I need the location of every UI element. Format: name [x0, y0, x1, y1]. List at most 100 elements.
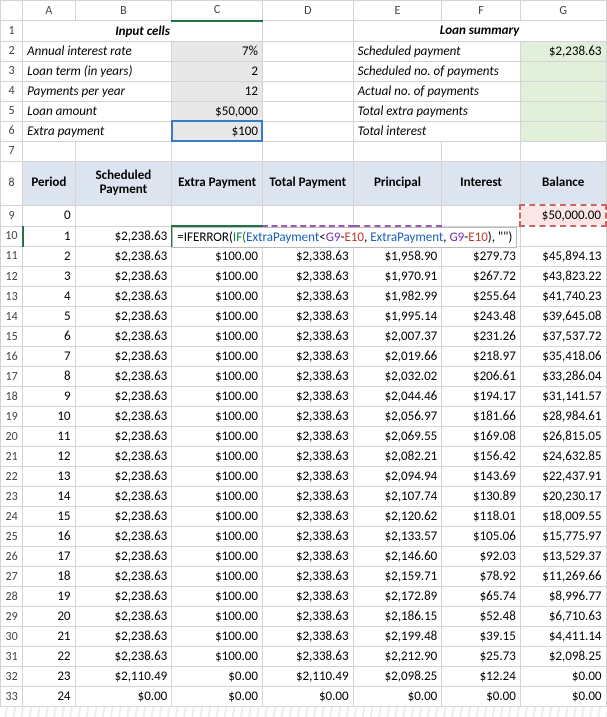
row-header[interactable]: 26 — [1, 547, 23, 567]
cell-period[interactable]: 15 — [23, 507, 75, 527]
cell-extra[interactable]: $0.00 — [172, 667, 263, 687]
cell-sched[interactable]: $2,238.63 — [75, 607, 172, 627]
cell-total[interactable]: $2,338.63 — [262, 547, 353, 567]
cell-total[interactable]: $2,338.63 — [262, 246, 353, 267]
cell-extra[interactable]: $100.00 — [172, 367, 263, 387]
value-loan-amount[interactable]: $50,000 — [172, 101, 263, 121]
cell[interactable] — [262, 81, 353, 101]
cell-extra[interactable]: $0.00 — [172, 687, 263, 707]
cell-extra[interactable]: $100.00 — [172, 567, 263, 587]
cell-principal[interactable]: $2,186.15 — [353, 607, 442, 627]
cell[interactable] — [353, 141, 442, 161]
cell-interest[interactable]: $181.66 — [442, 407, 521, 427]
cell-sched[interactable]: $2,238.63 — [75, 647, 172, 667]
cell-sched[interactable]: $2,238.63 — [75, 287, 172, 307]
cell-period[interactable]: 23 — [23, 667, 75, 687]
cell-extra[interactable]: $100.00 — [172, 587, 263, 607]
cell[interactable] — [75, 205, 172, 226]
value-sched-payment[interactable]: $2,238.63 — [520, 41, 606, 61]
cell-extra[interactable]: $100.00 — [172, 627, 263, 647]
row-header[interactable]: 24 — [1, 507, 23, 527]
row-header[interactable]: 6 — [1, 121, 23, 141]
cell-principal[interactable]: $1,982.99 — [353, 287, 442, 307]
col-header-B[interactable]: B — [75, 1, 172, 21]
value-ppy[interactable]: 12 — [172, 81, 263, 101]
cell-extra[interactable]: $100.00 — [172, 447, 263, 467]
cell-period[interactable]: 8 — [23, 367, 75, 387]
cell-balance[interactable]: $43,823.22 — [520, 267, 606, 287]
cell-balance[interactable]: $15,775.97 — [520, 527, 606, 547]
cell-interest[interactable]: $279.73 — [442, 246, 521, 267]
cell-total[interactable]: $2,338.63 — [262, 347, 353, 367]
cell-principal[interactable]: $2,107.74 — [353, 487, 442, 507]
cell-extra[interactable]: $100.00 — [172, 307, 263, 327]
cell-total[interactable]: $2,338.63 — [262, 327, 353, 347]
cell-sched[interactable]: $2,238.63 — [75, 267, 172, 287]
row-header[interactable]: 4 — [1, 81, 23, 101]
cell[interactable] — [442, 141, 521, 161]
cell-balance[interactable]: $22,437.91 — [520, 467, 606, 487]
cell-extra[interactable]: $100.00 — [172, 267, 263, 287]
row-header[interactable]: 2 — [1, 41, 23, 61]
cell-extra[interactable]: $100.00 — [172, 407, 263, 427]
col-header-E[interactable]: E — [353, 1, 442, 21]
cell-period[interactable]: 11 — [23, 427, 75, 447]
cell-sched[interactable]: $2,238.63 — [75, 627, 172, 647]
cell-period[interactable]: 14 — [23, 487, 75, 507]
cell-balance[interactable]: $18,009.55 — [520, 507, 606, 527]
cell-interest[interactable]: $267.72 — [442, 267, 521, 287]
cell-period[interactable]: 5 — [23, 307, 75, 327]
cell-principal[interactable]: $2,120.62 — [353, 507, 442, 527]
cell-interest[interactable]: $143.69 — [442, 467, 521, 487]
cell-balance[interactable]: $35,418.06 — [520, 347, 606, 367]
cell-period[interactable]: 19 — [23, 587, 75, 607]
row-header[interactable]: 16 — [1, 347, 23, 367]
row-header[interactable]: 25 — [1, 527, 23, 547]
cell-interest[interactable]: $52.48 — [442, 607, 521, 627]
cell-interest[interactable]: $255.64 — [442, 287, 521, 307]
cell-interest[interactable]: $194.17 — [442, 387, 521, 407]
cell-extra[interactable]: $100.00 — [172, 507, 263, 527]
row-header[interactable]: 27 — [1, 567, 23, 587]
col-header-G[interactable]: G — [520, 1, 606, 21]
cell-balance[interactable]: $26,815.05 — [520, 427, 606, 447]
cell-interest[interactable]: $206.61 — [442, 367, 521, 387]
cell-principal[interactable]: $2,032.02 — [353, 367, 442, 387]
cell-extra[interactable]: $100.00 — [172, 327, 263, 347]
cell-extra[interactable]: $100.00 — [172, 647, 263, 667]
cell-principal[interactable]: $2,199.48 — [353, 627, 442, 647]
cell-principal[interactable]: $2,098.25 — [353, 667, 442, 687]
row-header[interactable]: 17 — [1, 367, 23, 387]
cell-interest[interactable]: $130.89 — [442, 487, 521, 507]
cell[interactable] — [262, 205, 353, 226]
cell[interactable] — [75, 141, 172, 161]
row-header[interactable]: 32 — [1, 667, 23, 687]
cell-principal[interactable]: $2,069.55 — [353, 427, 442, 447]
cell-sched[interactable]: $2,238.63 — [75, 587, 172, 607]
cell-total[interactable]: $2,338.63 — [262, 407, 353, 427]
row-header[interactable]: 11 — [1, 246, 23, 267]
cell-principal[interactable]: $2,044.46 — [353, 387, 442, 407]
col-header-C[interactable]: C — [172, 1, 263, 21]
row-header[interactable]: 13 — [1, 287, 23, 307]
cell-period[interactable]: 6 — [23, 327, 75, 347]
cell-total[interactable]: $2,338.63 — [262, 587, 353, 607]
cell-balance[interactable]: $24,632.85 — [520, 447, 606, 467]
cell-period[interactable]: 17 — [23, 547, 75, 567]
cell-balance[interactable]: $11,269.66 — [520, 567, 606, 587]
row-header[interactable]: 18 — [1, 387, 23, 407]
cell-sched[interactable]: $2,238.63 — [75, 567, 172, 587]
cell-period[interactable]: 20 — [23, 607, 75, 627]
cell-interest[interactable]: $12.24 — [442, 667, 521, 687]
cell-balance[interactable]: $41,740.23 — [520, 287, 606, 307]
cell[interactable] — [520, 141, 606, 161]
cell-period[interactable]: 22 — [23, 647, 75, 667]
cell[interactable] — [262, 21, 353, 42]
cell-principal[interactable]: $1,958.90 — [353, 246, 442, 267]
row-header[interactable]: 5 — [1, 101, 23, 121]
cell-sched[interactable]: $2,238.63 — [75, 367, 172, 387]
cell-balance[interactable]: $20,230.17 — [520, 487, 606, 507]
cell-extra[interactable]: $100.00 — [172, 347, 263, 367]
cell-sched[interactable]: $2,238.63 — [75, 246, 172, 267]
cell-sched[interactable]: $2,238.63 — [75, 327, 172, 347]
